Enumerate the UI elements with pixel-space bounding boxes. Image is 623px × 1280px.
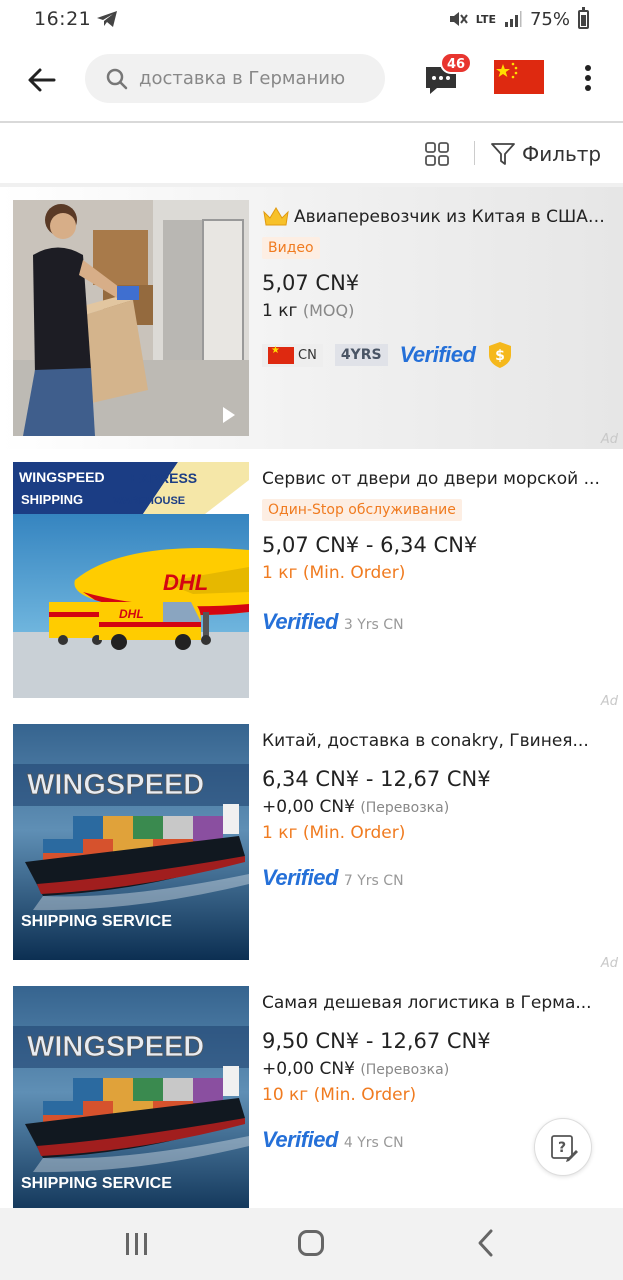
moq-value: 1 кг — [262, 301, 298, 321]
shipping-value: +0,00 CN¥ — [262, 1059, 355, 1079]
product-card[interactable]: Авиаперевозчик из Китая в США/... Видео … — [0, 187, 623, 449]
filter-label: Фильтр — [522, 142, 602, 166]
product-price: 5,07 CN¥ — [262, 271, 360, 295]
product-price: 9,50 CN¥ - 12,67 CN¥ — [262, 1029, 491, 1053]
status-bar: 16:21 LTE 75% — [0, 0, 623, 40]
mute-icon — [449, 12, 468, 26]
supplier-badges: Verified 7 Yrs CN — [262, 865, 612, 891]
product-card[interactable]: WINGSPEED SHIPPING SERVICE Самая дешевая… — [0, 973, 623, 1208]
product-moq: 10 кг (Min. Order) — [262, 1085, 417, 1105]
country-chip: CN — [262, 343, 323, 367]
product-title-text: Сервис от двери до двери морской ... — [262, 469, 600, 489]
back-arrow-icon[interactable] — [24, 62, 60, 98]
product-title-text: Самая дешевая логистика в Герма... — [262, 993, 592, 1013]
question-edit-icon: ? — [551, 1135, 578, 1162]
system-back-icon[interactable] — [476, 1228, 496, 1258]
years-badge: 4YRS — [334, 344, 388, 366]
verified-badge: Verified — [262, 1127, 338, 1152]
funnel-icon — [491, 143, 515, 165]
product-info: Китай, доставка в conakry, Гвинея... 6,3… — [262, 729, 612, 891]
ad-label: Ad — [600, 432, 618, 447]
help-button[interactable]: ? — [534, 1118, 592, 1176]
ad-label: Ad — [600, 694, 618, 709]
thumb-service: SHIPPING SERVICE — [21, 1175, 172, 1192]
crown-icon — [263, 207, 289, 226]
app-bar: доставка в Германию 46 — [0, 40, 623, 120]
verified-badge: Verified — [262, 865, 338, 890]
product-card[interactable]: WINGSPEED SHIPPING SERVICE Китай, достав… — [0, 711, 623, 973]
shipping-value: +0,00 CN¥ — [262, 797, 355, 817]
verified-badge: Verified — [399, 342, 476, 367]
china-flag-icon — [268, 345, 294, 364]
moq-note: (MOQ) — [302, 301, 355, 320]
search-icon — [106, 68, 128, 90]
ad-label: Ad — [600, 956, 618, 971]
status-icons: LTE 75% — [448, 6, 589, 32]
supplier-badges: Verified 3 Yrs CN — [262, 609, 612, 635]
search-query: доставка в Германию — [139, 68, 346, 89]
supplier-years: 7 Yrs CN — [343, 873, 404, 889]
product-title[interactable]: Сервис от двери до двери морской ... — [262, 467, 608, 491]
thumb-brand: WINGSPEED — [27, 769, 204, 801]
product-title[interactable]: Китай, доставка в conakry, Гвинея... — [262, 729, 608, 753]
filter-bar: Фильтр — [0, 123, 623, 183]
country-code: CN — [298, 347, 317, 363]
product-price: 5,07 CN¥ - 6,34 CN¥ — [262, 533, 478, 557]
shipping-cost: +0,00 CN¥ (Перевозка) — [262, 1059, 612, 1079]
supplier-badges: CN 4YRS Verified $ — [262, 341, 612, 369]
system-nav-bar — [0, 1208, 623, 1280]
product-moq: 1 кг (MOQ) — [262, 301, 612, 321]
shipping-note: (Перевозка) — [360, 800, 450, 816]
thumb-service: SHIPPING SERVICE — [21, 913, 172, 930]
filter-divider — [474, 141, 475, 165]
product-price: 6,34 CN¥ - 12,67 CN¥ — [262, 767, 491, 791]
thumb-brand-top: WINGSPEED — [19, 469, 105, 485]
product-title-text: Авиаперевозчик из Китая в США/... — [294, 207, 608, 227]
product-title-text: Китай, доставка в conakry, Гвинея... — [262, 731, 589, 751]
thumb-brand-bottom: SHIPPING — [21, 492, 83, 507]
service-tag: Один-Stop обслуживание — [262, 499, 462, 521]
product-moq: 1 кг (Min. Order) — [262, 563, 406, 583]
signal-icon — [504, 11, 522, 27]
thumb-plane-logo: DHL — [163, 570, 208, 595]
grid-view-icon[interactable] — [424, 141, 450, 167]
network-type: LTE — [475, 12, 496, 26]
shipping-note: (Перевозка) — [360, 1062, 450, 1078]
product-info: Авиаперевозчик из Китая в США/... Видео … — [262, 205, 612, 369]
svg-text:$: $ — [496, 348, 506, 364]
product-image-dhl-express[interactable]: WINGSPEED SHIPPING EXPRESS WAREHOUSE DHL… — [13, 462, 249, 698]
supplier-years: 3 Yrs CN — [343, 617, 404, 633]
thumb-brand: WINGSPEED — [27, 1031, 204, 1063]
filter-button[interactable]: Фильтр — [490, 139, 601, 169]
gold-shield-icon: $ — [489, 342, 512, 368]
thumb-express: EXPRESS — [131, 470, 197, 486]
product-info: Сервис от двери до двери морской ... Оди… — [262, 467, 612, 635]
supplier-years: 4 Yrs CN — [343, 1135, 404, 1151]
video-tag: Видео — [262, 237, 320, 259]
thumb-warehouse: WAREHOUSE — [113, 495, 185, 507]
product-image-container-ship[interactable]: WINGSPEED SHIPPING SERVICE — [13, 986, 249, 1208]
thumb-van-logo: DHL — [119, 607, 144, 621]
product-image-warehouse-worker[interactable] — [13, 200, 249, 436]
verified-badge: Verified — [262, 609, 338, 634]
messages-badge: 46 — [440, 52, 473, 74]
status-time: 16:21 — [34, 8, 92, 30]
battery-percent: 75% — [529, 8, 570, 30]
svg-text:?: ? — [558, 1140, 566, 1156]
product-title[interactable]: Авиаперевозчик из Китая в США/... — [262, 205, 608, 229]
more-options-icon[interactable] — [578, 64, 598, 94]
telegram-icon — [97, 11, 117, 27]
search-input[interactable]: доставка в Германию — [85, 54, 385, 103]
battery-icon — [578, 6, 589, 29]
product-card[interactable]: WINGSPEED SHIPPING EXPRESS WAREHOUSE DHL… — [0, 449, 623, 711]
product-title[interactable]: Самая дешевая логистика в Герма... — [262, 991, 608, 1015]
product-moq: 1 кг (Min. Order) — [262, 823, 406, 843]
shipping-cost: +0,00 CN¥ (Перевозка) — [262, 797, 612, 817]
product-image-container-ship[interactable]: WINGSPEED SHIPPING SERVICE — [13, 724, 249, 960]
home-icon[interactable] — [298, 1230, 324, 1256]
china-flag-icon[interactable] — [494, 60, 544, 94]
recent-apps-icon[interactable] — [124, 1232, 150, 1256]
